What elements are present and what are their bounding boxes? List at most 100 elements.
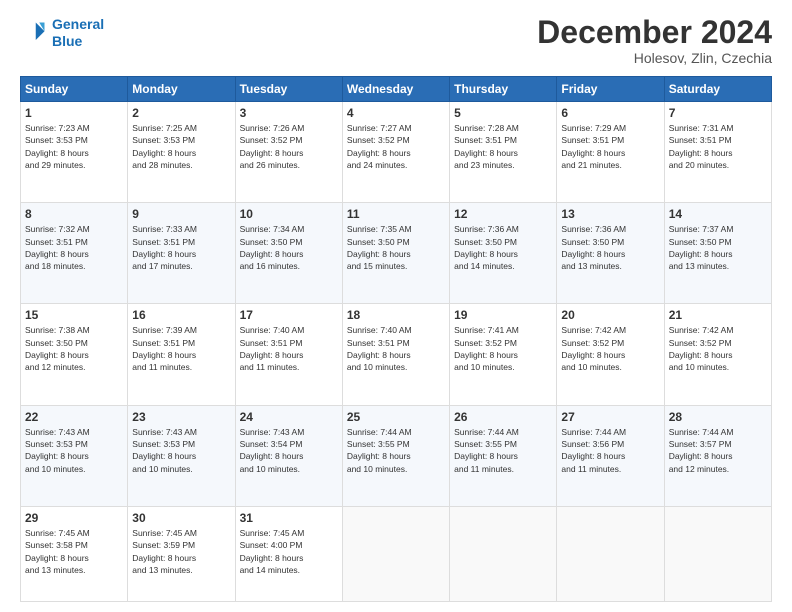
col-header-sunday: Sunday	[21, 77, 128, 102]
day-info: Sunrise: 7:45 AMSunset: 3:58 PMDaylight:…	[25, 527, 123, 576]
day-cell: 13Sunrise: 7:36 AMSunset: 3:50 PMDayligh…	[557, 203, 664, 304]
day-cell: 26Sunrise: 7:44 AMSunset: 3:55 PMDayligh…	[450, 405, 557, 506]
day-number: 26	[454, 410, 552, 424]
day-number: 1	[25, 106, 123, 120]
day-number: 25	[347, 410, 445, 424]
col-header-tuesday: Tuesday	[235, 77, 342, 102]
day-cell: 22 Sunrise: 7:43 AMSunset: 3:53 PMDayligh…	[21, 405, 128, 506]
day-cell: 24Sunrise: 7:43 AMSunset: 3:54 PMDayligh…	[235, 405, 342, 506]
day-number: 22	[25, 410, 123, 424]
day-info: Sunrise: 7:44 AMSunset: 3:57 PMDaylight:…	[669, 426, 767, 475]
day-number: 23	[132, 410, 230, 424]
month-title: December 2024	[537, 16, 772, 48]
day-cell: 16 Sunrise: 7:39 AMSunset: 3:51 PMDayligh…	[128, 304, 235, 405]
day-info: Sunrise: 7:40 AMSunset: 3:51 PMDaylight:…	[347, 324, 445, 373]
day-cell: 11 Sunrise: 7:35 AMSunset: 3:50 PMDayligh…	[342, 203, 449, 304]
day-cell: 23 Sunrise: 7:43 AMSunset: 3:53 PMDayligh…	[128, 405, 235, 506]
col-header-monday: Monday	[128, 77, 235, 102]
week-row-1: 1 Sunrise: 7:23 AMSunset: 3:53 PMDaylight…	[21, 102, 772, 203]
day-cell: 7 Sunrise: 7:31 AMSunset: 3:51 PMDaylight…	[664, 102, 771, 203]
day-cell: 15Sunrise: 7:38 AMSunset: 3:50 PMDayligh…	[21, 304, 128, 405]
day-info: Sunrise: 7:44 AMSunset: 3:56 PMDaylight:…	[561, 426, 659, 475]
logo-text: General Blue	[52, 16, 104, 50]
day-cell: 30Sunrise: 7:45 AMSunset: 3:59 PMDayligh…	[128, 506, 235, 601]
day-cell: 29 Sunrise: 7:45 AMSunset: 3:58 PMDayligh…	[21, 506, 128, 601]
day-info: Sunrise: 7:43 AMSunset: 3:54 PMDaylight:…	[240, 426, 338, 475]
day-info: Sunrise: 7:27 AMSunset: 3:52 PMDaylight:…	[347, 122, 445, 171]
day-number: 2	[132, 106, 230, 120]
logo: General Blue	[20, 16, 104, 50]
calendar-table: SundayMondayTuesdayWednesdayThursdayFrid…	[20, 76, 772, 602]
day-number: 17	[240, 308, 338, 322]
day-cell: 2 Sunrise: 7:25 AMSunset: 3:53 PMDaylight…	[128, 102, 235, 203]
location: Holesov, Zlin, Czechia	[537, 50, 772, 66]
day-cell: 12 Sunrise: 7:36 AMSunset: 3:50 PMDayligh…	[450, 203, 557, 304]
day-info: Sunrise: 7:33 AMSunset: 3:51 PMDaylight:…	[132, 223, 230, 272]
day-info: Sunrise: 7:42 AMSunset: 3:52 PMDaylight:…	[669, 324, 767, 373]
week-row-2: 8Sunrise: 7:32 AMSunset: 3:51 PMDaylight…	[21, 203, 772, 304]
header-row: SundayMondayTuesdayWednesdayThursdayFrid…	[21, 77, 772, 102]
day-cell: 1 Sunrise: 7:23 AMSunset: 3:53 PMDaylight…	[21, 102, 128, 203]
day-info: Sunrise: 7:39 AMSunset: 3:51 PMDaylight:…	[132, 324, 230, 373]
day-info: Sunrise: 7:43 AMSunset: 3:53 PMDaylight:…	[132, 426, 230, 475]
day-info: Sunrise: 7:32 AMSunset: 3:51 PMDaylight:…	[25, 223, 123, 272]
day-info: Sunrise: 7:36 AMSunset: 3:50 PMDaylight:…	[454, 223, 552, 272]
day-info: Sunrise: 7:28 AMSunset: 3:51 PMDaylight:…	[454, 122, 552, 171]
day-cell: 31Sunrise: 7:45 AMSunset: 4:00 PMDayligh…	[235, 506, 342, 601]
day-cell	[450, 506, 557, 601]
page: General Blue December 2024 Holesov, Zlin…	[0, 0, 792, 612]
day-cell: 8Sunrise: 7:32 AMSunset: 3:51 PMDaylight…	[21, 203, 128, 304]
day-cell: 14 Sunrise: 7:37 AMSunset: 3:50 PMDayligh…	[664, 203, 771, 304]
logo-line1: General	[52, 16, 104, 32]
day-cell: 18 Sunrise: 7:40 AMSunset: 3:51 PMDayligh…	[342, 304, 449, 405]
day-number: 16	[132, 308, 230, 322]
day-number: 5	[454, 106, 552, 120]
day-cell: 20 Sunrise: 7:42 AMSunset: 3:52 PMDayligh…	[557, 304, 664, 405]
day-number: 11	[347, 207, 445, 221]
day-info: Sunrise: 7:36 AMSunset: 3:50 PMDaylight:…	[561, 223, 659, 272]
day-cell: 6Sunrise: 7:29 AMSunset: 3:51 PMDaylight…	[557, 102, 664, 203]
week-row-3: 15Sunrise: 7:38 AMSunset: 3:50 PMDayligh…	[21, 304, 772, 405]
day-cell: 21 Sunrise: 7:42 AMSunset: 3:52 PMDayligh…	[664, 304, 771, 405]
day-cell	[342, 506, 449, 601]
col-header-friday: Friday	[557, 77, 664, 102]
day-info: Sunrise: 7:34 AMSunset: 3:50 PMDaylight:…	[240, 223, 338, 272]
day-number: 4	[347, 106, 445, 120]
day-number: 3	[240, 106, 338, 120]
day-info: Sunrise: 7:42 AMSunset: 3:52 PMDaylight:…	[561, 324, 659, 373]
day-number: 14	[669, 207, 767, 221]
day-number: 10	[240, 207, 338, 221]
day-number: 19	[454, 308, 552, 322]
day-info: Sunrise: 7:37 AMSunset: 3:50 PMDaylight:…	[669, 223, 767, 272]
day-number: 20	[561, 308, 659, 322]
day-info: Sunrise: 7:45 AMSunset: 3:59 PMDaylight:…	[132, 527, 230, 576]
day-info: Sunrise: 7:31 AMSunset: 3:51 PMDaylight:…	[669, 122, 767, 171]
col-header-wednesday: Wednesday	[342, 77, 449, 102]
day-cell: 28Sunrise: 7:44 AMSunset: 3:57 PMDayligh…	[664, 405, 771, 506]
day-info: Sunrise: 7:35 AMSunset: 3:50 PMDaylight:…	[347, 223, 445, 272]
day-info: Sunrise: 7:25 AMSunset: 3:53 PMDaylight:…	[132, 122, 230, 171]
logo-line2: Blue	[52, 33, 82, 49]
header: General Blue December 2024 Holesov, Zlin…	[20, 16, 772, 66]
day-info: Sunrise: 7:45 AMSunset: 4:00 PMDaylight:…	[240, 527, 338, 576]
day-number: 6	[561, 106, 659, 120]
day-cell: 19 Sunrise: 7:41 AMSunset: 3:52 PMDayligh…	[450, 304, 557, 405]
day-info: Sunrise: 7:43 AMSunset: 3:53 PMDaylight:…	[25, 426, 123, 475]
week-row-5: 29 Sunrise: 7:45 AMSunset: 3:58 PMDayligh…	[21, 506, 772, 601]
day-number: 9	[132, 207, 230, 221]
col-header-thursday: Thursday	[450, 77, 557, 102]
day-info: Sunrise: 7:23 AMSunset: 3:53 PMDaylight:…	[25, 122, 123, 171]
title-block: December 2024 Holesov, Zlin, Czechia	[537, 16, 772, 66]
day-number: 21	[669, 308, 767, 322]
day-cell	[664, 506, 771, 601]
day-cell: 9 Sunrise: 7:33 AMSunset: 3:51 PMDaylight…	[128, 203, 235, 304]
day-number: 29	[25, 511, 123, 525]
day-info: Sunrise: 7:41 AMSunset: 3:52 PMDaylight:…	[454, 324, 552, 373]
day-number: 27	[561, 410, 659, 424]
day-number: 18	[347, 308, 445, 322]
day-number: 7	[669, 106, 767, 120]
day-number: 12	[454, 207, 552, 221]
day-cell: 27 Sunrise: 7:44 AMSunset: 3:56 PMDayligh…	[557, 405, 664, 506]
col-header-saturday: Saturday	[664, 77, 771, 102]
day-info: Sunrise: 7:26 AMSunset: 3:52 PMDaylight:…	[240, 122, 338, 171]
